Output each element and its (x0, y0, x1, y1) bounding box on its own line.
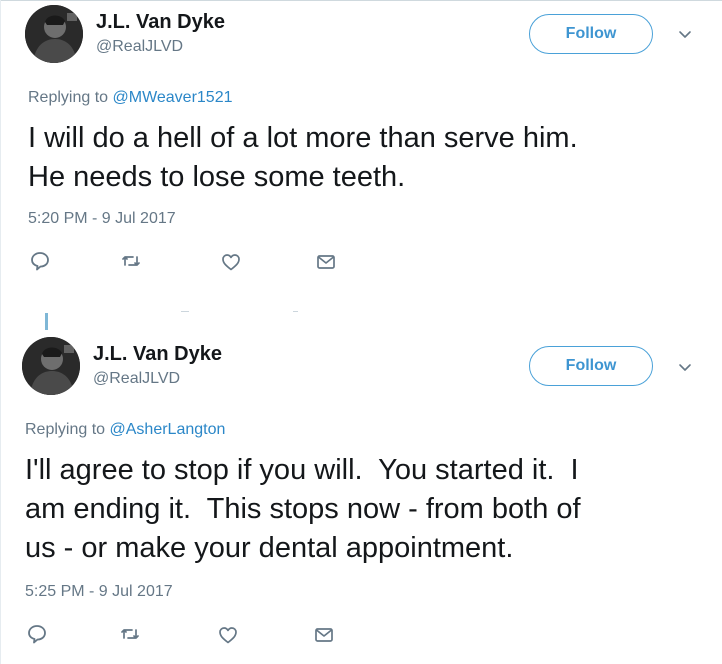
thread-connector (45, 313, 48, 330)
tweet-2: J.L. Van Dyke @RealJLVD Follow Replying … (0, 330, 722, 664)
retweet-arrows-icon[interactable] (120, 250, 142, 272)
mention-link[interactable]: @MWeaver1521 (113, 89, 233, 106)
author-handle[interactable]: @RealJLVD (96, 38, 183, 56)
speech-bubble-icon[interactable] (29, 250, 51, 272)
replying-prefix: Replying to (28, 89, 109, 106)
author-name[interactable]: J.L. Van Dyke (93, 343, 222, 366)
timestamp[interactable]: 5:25 PM - 9 Jul 2017 (25, 583, 173, 601)
follow-button[interactable]: Follow (529, 346, 653, 386)
chevron-down-icon[interactable] (677, 360, 693, 376)
divider-dash (181, 311, 189, 312)
replying-prefix: Replying to (25, 421, 106, 438)
envelope-icon[interactable] (315, 251, 337, 273)
avatar[interactable] (22, 337, 80, 395)
retweet-arrows-icon[interactable] (119, 623, 141, 645)
divider-dash (293, 311, 298, 312)
follow-button[interactable]: Follow (529, 14, 653, 54)
author-name[interactable]: J.L. Van Dyke (96, 11, 225, 34)
author-handle[interactable]: @RealJLVD (93, 370, 180, 388)
speech-bubble-icon[interactable] (26, 623, 48, 645)
tweet-1: J.L. Van Dyke @RealJLVD Follow Replying … (0, 0, 722, 290)
replying-to: Replying to @MWeaver1521 (28, 89, 233, 107)
tweet-text: I'll agree to stop if you will. You star… (25, 454, 581, 564)
heart-icon[interactable] (220, 251, 242, 273)
timestamp[interactable]: 5:20 PM - 9 Jul 2017 (28, 210, 176, 228)
tweet-text: I will do a hell of a lot more than serv… (28, 122, 578, 193)
mention-link[interactable]: @AsherLangton (110, 421, 226, 438)
heart-icon[interactable] (217, 624, 239, 646)
avatar[interactable] (25, 5, 83, 63)
chevron-down-icon[interactable] (677, 27, 693, 43)
envelope-icon[interactable] (313, 624, 335, 646)
replying-to: Replying to @AsherLangton (25, 421, 225, 439)
